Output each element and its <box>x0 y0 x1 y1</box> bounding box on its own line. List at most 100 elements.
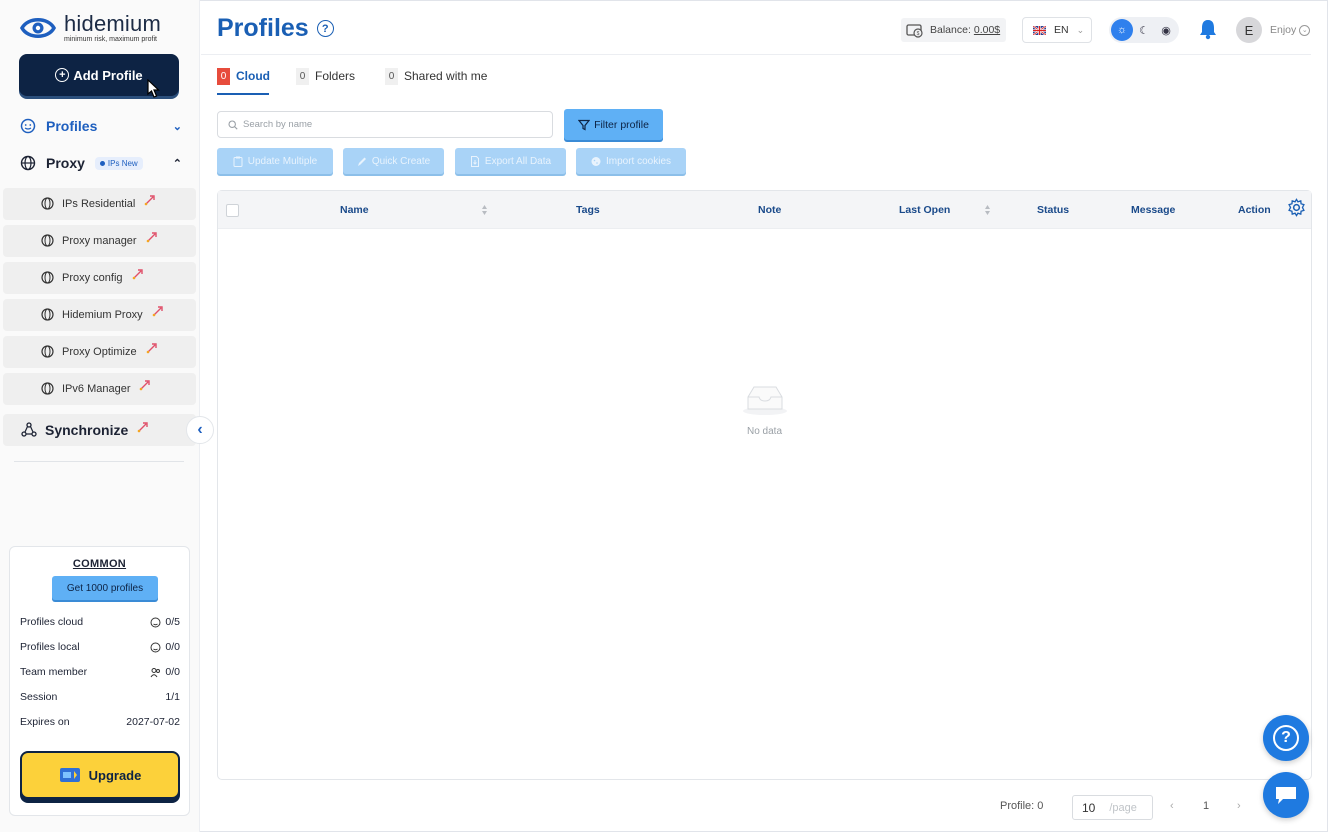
sidebar-item-proxy-config[interactable]: Proxy config <box>3 262 196 294</box>
search-icon <box>228 119 238 130</box>
select-all-checkbox[interactable] <box>226 204 239 217</box>
avatar: E <box>1236 17 1262 43</box>
plan-title: COMMON <box>72 558 127 570</box>
moon-icon[interactable]: ☾ <box>1133 19 1155 41</box>
gear-icon[interactable] <box>1287 198 1306 217</box>
sidebar-item-label: Proxy Optimize <box>62 346 137 358</box>
cookie-icon <box>591 156 601 166</box>
profile-count: Profile: 0 <box>1000 800 1044 812</box>
plan-row-profiles-local: Profiles local 0/0 <box>20 641 180 653</box>
sidebar-item-label: Synchronize <box>45 422 129 438</box>
tab-shared-with-me[interactable]: 0 Shared with me <box>385 66 487 86</box>
column-header-name[interactable]: Name <box>340 204 369 216</box>
sun-icon[interactable]: ☼ <box>1111 19 1133 41</box>
chevron-left-icon: ‹ <box>197 421 203 438</box>
sidebar-item-ipv6-manager[interactable]: IPv6 Manager <box>3 373 196 405</box>
plan-row-expires: Expires on 2027-07-02 <box>20 716 180 728</box>
rocket-icon <box>146 231 157 242</box>
brand-logo[interactable]: hidemium minimum risk, maximum profit <box>20 12 161 44</box>
globe-icon <box>41 271 54 284</box>
filter-profile-button[interactable]: Filter profile <box>564 109 663 140</box>
sidebar-item-proxy-optimize[interactable]: Proxy Optimize <box>3 336 196 368</box>
chevron-down-icon: ⌄ <box>172 120 182 133</box>
import-cookies-button[interactable]: Import cookies <box>576 148 686 174</box>
quick-create-button[interactable]: Quick Create <box>343 148 444 174</box>
pencil-icon <box>357 157 366 166</box>
plan-row-profiles-cloud: Profiles cloud 0/5 <box>20 616 180 628</box>
prev-page-button[interactable]: ‹ <box>1170 800 1174 812</box>
tab-count: 0 <box>385 67 398 85</box>
page-number[interactable]: 1 <box>1203 800 1209 812</box>
column-header-last-open[interactable]: Last Open <box>899 204 950 216</box>
column-header-action: Action <box>1238 204 1271 216</box>
sidebar: hidemium minimum risk, maximum profit + … <box>0 0 214 832</box>
globe-icon <box>41 197 54 210</box>
page-title: Profiles ? <box>217 14 334 43</box>
sidebar-item-label: Proxy <box>46 155 85 171</box>
sidebar-item-label: IPv6 Manager <box>62 383 131 395</box>
plan-row-session: Session 1/1 <box>20 691 180 703</box>
rocket-icon <box>132 268 143 279</box>
tab-folders[interactable]: 0 Folders <box>296 66 355 86</box>
profile-face-icon <box>150 642 161 652</box>
collapse-sidebar-button[interactable]: ‹ <box>186 416 214 444</box>
rocket-icon <box>137 421 148 432</box>
sidebar-item-label: Profiles <box>46 118 98 134</box>
sidebar-item-ips-residential[interactable]: IPs Residential <box>3 188 196 220</box>
tab-cloud[interactable]: 0 Cloud <box>217 66 270 86</box>
chat-button[interactable] <box>1263 772 1309 818</box>
column-header-tags: Tags <box>576 204 600 216</box>
help-circle-icon[interactable]: ? <box>316 20 334 37</box>
users-icon <box>150 667 161 677</box>
search-input[interactable]: Search by name <box>217 111 553 138</box>
search-placeholder: Search by name <box>243 119 313 130</box>
rocket-icon <box>140 379 151 390</box>
add-profile-label: Add Profile <box>73 67 143 83</box>
plan-row-team-member: Team member 0/0 <box>20 666 180 678</box>
sidebar-item-proxy[interactable]: Proxy IPs New ⌃ <box>20 155 186 171</box>
page-size-select[interactable]: 10 /page <box>1072 795 1153 820</box>
balance-display[interactable]: $ Balance: 0.00$ <box>901 18 1006 42</box>
empty-state-text: No data <box>746 426 783 437</box>
sort-icon[interactable] <box>481 204 488 216</box>
get-profiles-button[interactable]: Get 1000 profiles <box>52 576 158 600</box>
sidebar-item-profiles[interactable]: Profiles ⌄ <box>20 118 186 134</box>
column-header-status: Status <box>1037 204 1070 216</box>
svg-text:$: $ <box>917 31 920 37</box>
theme-toggle[interactable]: ☼ ☾ ◉ <box>1109 17 1179 43</box>
globe-icon <box>41 234 54 247</box>
empty-inbox-icon <box>742 386 787 415</box>
uk-flag-icon <box>1033 25 1046 35</box>
bell-icon[interactable] <box>1198 18 1218 40</box>
globe-icon <box>41 382 54 395</box>
column-header-message: Message <box>1131 204 1176 216</box>
clipboard-icon <box>233 156 243 167</box>
plan-card: COMMON Get 1000 profiles Profiles cloud … <box>9 546 190 816</box>
help-button[interactable]: ? <box>1263 715 1309 761</box>
user-menu[interactable]: E Enjoy ⌄ <box>1236 17 1311 43</box>
sidebar-item-label: Proxy config <box>62 272 123 284</box>
auto-theme-icon[interactable]: ◉ <box>1155 19 1177 41</box>
question-icon: ? <box>1273 725 1299 751</box>
sidebar-item-label: Hidemium Proxy <box>62 309 143 321</box>
rocket-icon <box>152 305 163 316</box>
header-divider <box>201 54 1311 55</box>
tab-count: 0 <box>217 67 230 85</box>
profiles-table: Name Tags Note Last Open Status Message … <box>217 190 1312 780</box>
export-all-data-button[interactable]: Export All Data <box>455 148 566 174</box>
sync-nodes-icon <box>21 422 37 437</box>
eye-logo-icon <box>20 18 56 38</box>
sidebar-item-hidemium-proxy[interactable]: Hidemium Proxy <box>3 299 196 331</box>
wallet-icon: $ <box>906 24 923 38</box>
export-file-icon <box>470 155 479 167</box>
sidebar-item-synchronize[interactable]: Synchronize <box>3 414 196 446</box>
globe-icon <box>20 155 36 171</box>
empty-state: No data <box>218 381 1311 437</box>
next-page-button[interactable]: › <box>1237 800 1241 812</box>
language-select[interactable]: EN ⌄ <box>1022 17 1092 43</box>
sidebar-item-proxy-manager[interactable]: Proxy manager <box>3 225 196 257</box>
sort-icon[interactable] <box>984 204 991 216</box>
rocket-icon <box>146 342 157 353</box>
upgrade-button[interactable]: Upgrade <box>20 751 180 799</box>
update-multiple-button[interactable]: Update Multiple <box>217 148 333 174</box>
